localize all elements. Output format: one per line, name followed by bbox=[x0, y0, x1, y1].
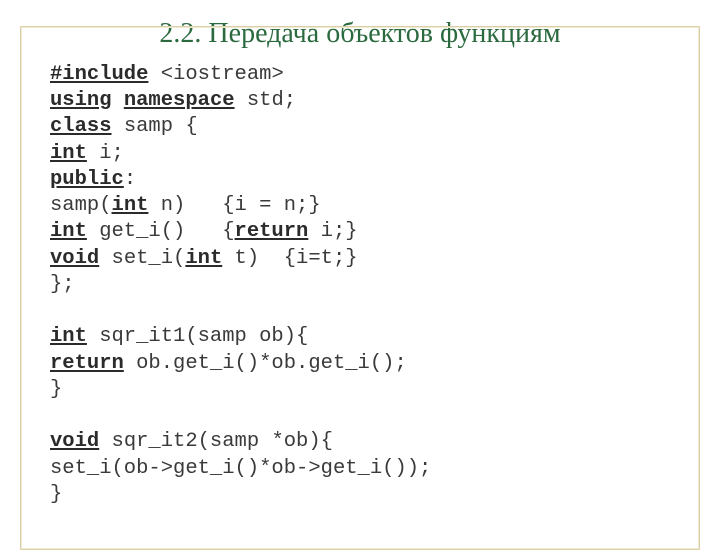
slide-frame bbox=[20, 26, 700, 550]
